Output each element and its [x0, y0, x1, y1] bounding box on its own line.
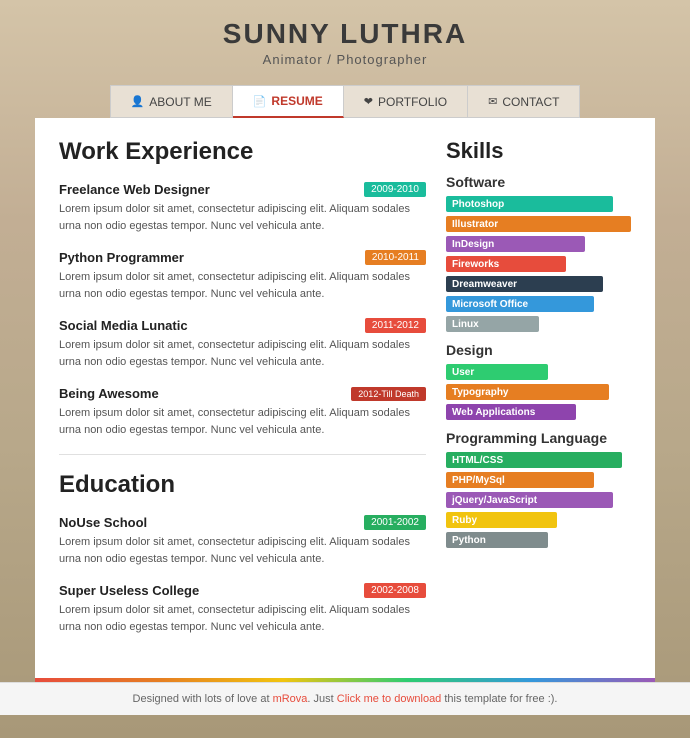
header: SUNNY LUTHRA Animator / Photographer: [0, 0, 690, 75]
heart-icon: ❤: [364, 95, 373, 108]
edu-item-desc: Lorem ipsum dolor sit amet, consectetur …: [59, 534, 426, 567]
skill-bar-dreamweaver: Dreamweaver: [446, 276, 603, 292]
edu-item-header: Super Useless College 2002-2008: [59, 583, 426, 598]
work-item-header: Freelance Web Designer 2009-2010: [59, 182, 426, 197]
footer-link-mrova[interactable]: mRova: [273, 693, 308, 705]
work-item-title: Freelance Web Designer: [59, 182, 210, 197]
work-item-header: Social Media Lunatic 2011-2012: [59, 318, 426, 333]
tab-portfolio[interactable]: ❤ PORTFOLIO: [344, 85, 468, 118]
skill-bar-jquery: jQuery/JavaScript: [446, 492, 613, 508]
footer-text-before: Designed with lots of love at: [133, 693, 273, 705]
edu-item: Super Useless College 2002-2008 Lorem ip…: [59, 583, 426, 635]
work-item-date: 2011-2012: [365, 318, 426, 333]
skill-bar-typography: Typography: [446, 384, 609, 400]
work-item-date: 2009-2010: [364, 182, 426, 197]
skill-bar-illustrator: Illustrator: [446, 216, 631, 232]
skill-bar-container: Python: [446, 532, 631, 548]
skill-bar-container: Dreamweaver: [446, 276, 631, 292]
skills-design-title: Design: [446, 342, 631, 358]
skill-bar-container: User: [446, 364, 631, 380]
skill-bar-container: Ruby: [446, 512, 631, 528]
left-column: Work Experience Freelance Web Designer 2…: [59, 138, 426, 658]
education-section: Education NoUse School 2001-2002 Lorem i…: [59, 471, 426, 635]
section-divider: [59, 454, 426, 455]
education-title: Education: [59, 471, 426, 503]
work-item: Python Programmer 2010-2011 Lorem ipsum …: [59, 250, 426, 302]
edu-item-date: 2001-2002: [364, 515, 426, 530]
edu-item-desc: Lorem ipsum dolor sit amet, consectetur …: [59, 602, 426, 635]
navigation: 👤 ABOUT ME 📄 RESUME ❤ PORTFOLIO ✉ CONTAC…: [110, 85, 581, 118]
user-icon: 👤: [131, 95, 145, 108]
edu-item: NoUse School 2001-2002 Lorem ipsum dolor…: [59, 515, 426, 567]
skill-bar-fireworks: Fireworks: [446, 256, 566, 272]
edu-item-header: NoUse School 2001-2002: [59, 515, 426, 530]
work-item-title: Being Awesome: [59, 386, 159, 401]
work-item: Freelance Web Designer 2009-2010 Lorem i…: [59, 182, 426, 234]
skills-title: Skills: [446, 138, 631, 164]
skills-programming-title: Programming Language: [446, 430, 631, 446]
skill-bar-container: Fireworks: [446, 256, 631, 272]
person-subtitle: Animator / Photographer: [0, 52, 690, 67]
right-column: Skills Software Photoshop Illustrator In…: [446, 138, 631, 658]
work-experience-section: Work Experience Freelance Web Designer 2…: [59, 138, 426, 438]
skills-software-category: Software Photoshop Illustrator InDesign: [446, 174, 631, 332]
work-item-desc: Lorem ipsum dolor sit amet, consectetur …: [59, 337, 426, 370]
skill-bar-photoshop: Photoshop: [446, 196, 613, 212]
skill-bar-user: User: [446, 364, 548, 380]
work-item-title: Social Media Lunatic: [59, 318, 188, 333]
work-experience-title: Work Experience: [59, 138, 426, 170]
skill-bar-container: jQuery/JavaScript: [446, 492, 631, 508]
work-item-desc: Lorem ipsum dolor sit amet, consectetur …: [59, 201, 426, 234]
work-item-header: Python Programmer 2010-2011: [59, 250, 426, 265]
content-card: Work Experience Freelance Web Designer 2…: [35, 118, 655, 678]
skill-bar-container: Web Applications: [446, 404, 631, 420]
tab-resume-label: RESUME: [271, 94, 322, 108]
skill-bar-linux: Linux: [446, 316, 539, 332]
skill-bar-container: Typography: [446, 384, 631, 400]
edu-item-title: Super Useless College: [59, 583, 199, 598]
skill-bar-container: InDesign: [446, 236, 631, 252]
work-item-date: 2012-Till Death: [351, 387, 426, 401]
tab-about-me-label: ABOUT ME: [149, 95, 211, 109]
tab-contact[interactable]: ✉ CONTACT: [468, 85, 580, 118]
skill-bar-ruby: Ruby: [446, 512, 557, 528]
tab-portfolio-label: PORTFOLIO: [378, 95, 447, 109]
skill-bar-webapps: Web Applications: [446, 404, 576, 420]
work-item-desc: Lorem ipsum dolor sit amet, consectetur …: [59, 405, 426, 438]
skill-bar-python: Python: [446, 532, 548, 548]
work-item-desc: Lorem ipsum dolor sit amet, consectetur …: [59, 269, 426, 302]
footer-text-after: this template for free :).: [441, 693, 557, 705]
skill-bar-container: Photoshop: [446, 196, 631, 212]
resume-icon: 📄: [253, 95, 267, 108]
work-item-date: 2010-2011: [365, 250, 426, 265]
work-item-header: Being Awesome 2012-Till Death: [59, 386, 426, 401]
footer-link-download[interactable]: Click me to download: [337, 693, 442, 705]
skill-bar-msoffice: Microsoft Office: [446, 296, 594, 312]
skill-bar-container: Illustrator: [446, 216, 631, 232]
skill-bar-container: HTML/CSS: [446, 452, 631, 468]
skills-software-title: Software: [446, 174, 631, 190]
skill-bar-htmlcss: HTML/CSS: [446, 452, 622, 468]
skill-bar-container: PHP/MySql: [446, 472, 631, 488]
skills-design-category: Design User Typography Web Applications: [446, 342, 631, 420]
skill-bar-container: Linux: [446, 316, 631, 332]
skill-bar-indesign: InDesign: [446, 236, 585, 252]
skill-bar-phpmysql: PHP/MySql: [446, 472, 594, 488]
work-item-title: Python Programmer: [59, 250, 184, 265]
main-container: SUNNY LUTHRA Animator / Photographer 👤 A…: [0, 0, 690, 715]
skills-programming-category: Programming Language HTML/CSS PHP/MySql …: [446, 430, 631, 548]
footer: Designed with lots of love at mRova. Jus…: [0, 682, 690, 715]
work-item: Being Awesome 2012-Till Death Lorem ipsu…: [59, 386, 426, 438]
tab-contact-label: CONTACT: [502, 95, 559, 109]
mail-icon: ✉: [488, 95, 497, 108]
footer-text-middle: . Just: [307, 693, 336, 705]
edu-item-date: 2002-2008: [364, 583, 426, 598]
tab-resume[interactable]: 📄 RESUME: [233, 85, 344, 118]
tab-about-me[interactable]: 👤 ABOUT ME: [110, 85, 233, 118]
skill-bar-container: Microsoft Office: [446, 296, 631, 312]
work-item: Social Media Lunatic 2011-2012 Lorem ips…: [59, 318, 426, 370]
person-name: SUNNY LUTHRA: [0, 18, 690, 50]
edu-item-title: NoUse School: [59, 515, 147, 530]
